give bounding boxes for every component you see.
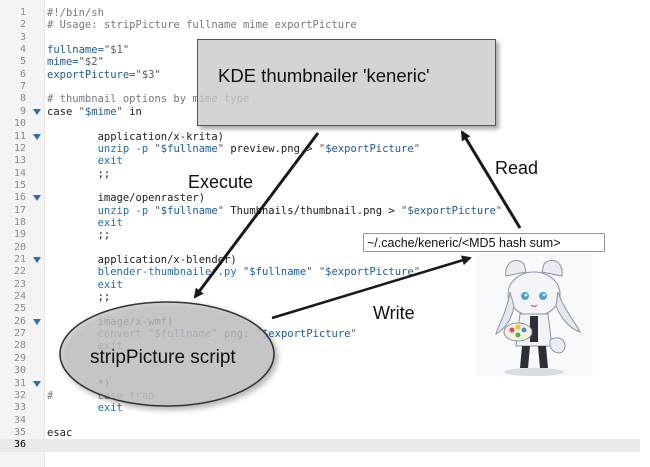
read-arrow: [460, 130, 522, 229]
script-label: stripPicture script: [90, 347, 236, 368]
kde-thumbnailer-label: KDE thumbnailer 'keneric': [218, 65, 430, 86]
write-arrow: [271, 255, 472, 320]
execute-label: Execute: [188, 172, 254, 192]
read-label: Read: [495, 158, 539, 178]
execute-arrow: [193, 132, 320, 299]
write-label: Write: [373, 303, 415, 323]
cache-path-label: ~/.cache/keneric/<MD5 hash sum>: [363, 233, 605, 252]
thumbnail-image: [476, 254, 593, 376]
